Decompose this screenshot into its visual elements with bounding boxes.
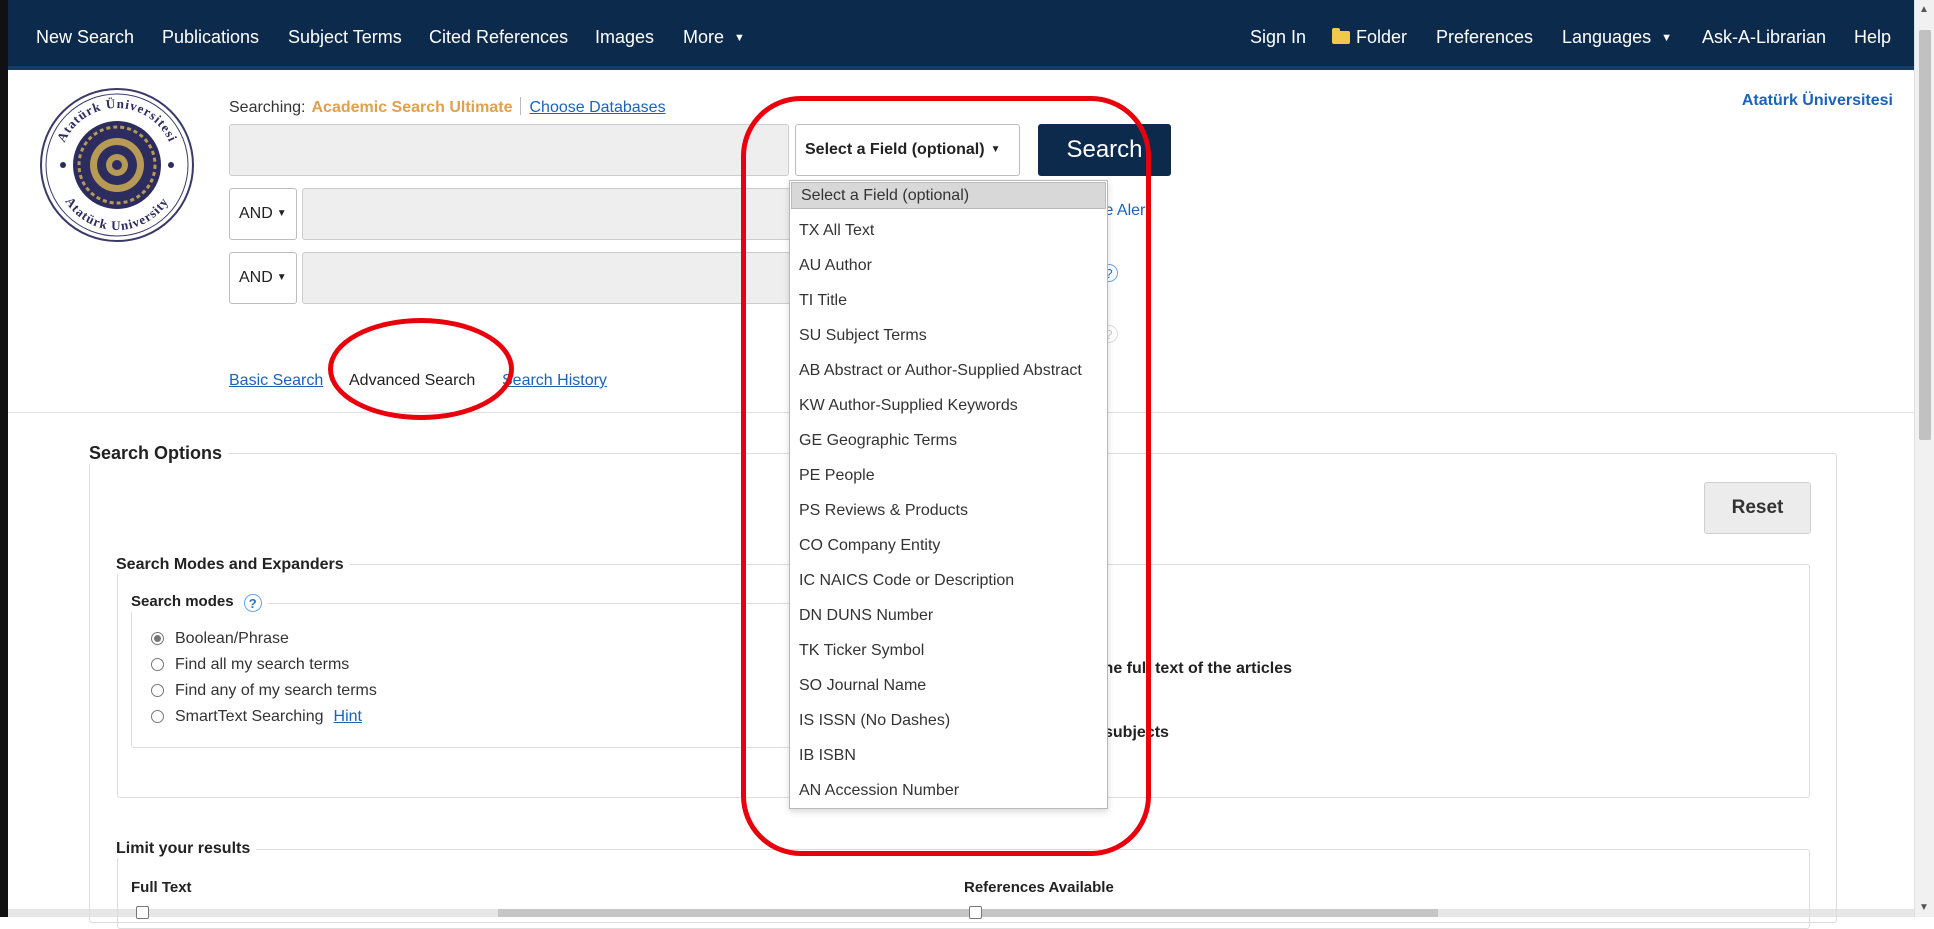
field-option[interactable]: SO Journal Name (790, 671, 1107, 701)
mode-find-any[interactable]: Find any of my search terms (151, 681, 377, 701)
search-modes-label: Search modes (131, 593, 234, 610)
nav-more-menu[interactable]: More ▼ (683, 0, 745, 70)
hint-link[interactable]: Hint (334, 708, 362, 725)
searching-label: Searching: (229, 99, 306, 116)
mode-label: Find all my search terms (175, 656, 350, 673)
field-option[interactable]: DN DUNS Number (790, 601, 1107, 631)
field-option[interactable]: PE People (790, 461, 1107, 491)
nav-more-label: More (683, 27, 725, 47)
reset-button[interactable]: Reset (1704, 482, 1811, 534)
field-option[interactable]: AU Author (790, 251, 1107, 281)
search-modes-title: Search modes ? (131, 593, 268, 612)
nav-publications[interactable]: Publications (162, 0, 259, 70)
field-dropdown-list: Select a Field (optional) TX All Text AU… (789, 180, 1108, 809)
caret-down-icon: ▼ (990, 144, 1001, 155)
field-select-dropdown[interactable]: Select a Field (optional) ▼ (795, 124, 1020, 176)
institution-name: Atatürk Üniversitesi (1741, 92, 1893, 109)
folder-icon (1332, 28, 1350, 44)
full-text-label: Full Text (131, 879, 192, 896)
top-navigation-bar: New Search Publications Subject Terms Ci… (8, 0, 1914, 70)
field-option[interactable]: TX All Text (790, 216, 1107, 246)
radio[interactable] (151, 684, 164, 697)
nav-images[interactable]: Images (595, 0, 654, 70)
expander-label-fragment: n the full text of the articles (1084, 660, 1293, 677)
mode-label: Boolean/Phrase (175, 630, 289, 647)
radio-selected[interactable] (151, 632, 164, 645)
caret-down-icon: ▼ (734, 32, 745, 44)
radio[interactable] (151, 710, 164, 723)
boolean-operator-select-2[interactable]: AND ▼ (229, 252, 297, 304)
references-available-checkbox[interactable] (969, 906, 982, 919)
nav-folder-label: Folder (1356, 27, 1408, 47)
mode-find-all[interactable]: Find all my search terms (151, 655, 349, 675)
help-question-icon[interactable]: ? (243, 594, 262, 612)
search-input-3[interactable] (302, 252, 792, 304)
caret-down-icon: ▼ (1661, 32, 1672, 44)
nav-ask-a-librarian[interactable]: Ask-A-Librarian (1702, 0, 1826, 70)
references-available-label: References Available (964, 879, 1114, 896)
field-select-value: Select a Field (optional) (805, 141, 985, 158)
field-option[interactable]: PS Reviews & Products (790, 496, 1107, 526)
expander-label-fragment: subjects (1104, 724, 1169, 741)
separator (520, 97, 522, 115)
nav-sign-in[interactable]: Sign In (1250, 0, 1306, 70)
nav-cited-references[interactable]: Cited References (429, 0, 568, 70)
mode-label: SmartText Searching (175, 708, 324, 725)
database-name: Academic Search Ultimate (311, 99, 513, 116)
full-text-checkbox[interactable] (136, 906, 149, 919)
field-option[interactable]: TI Title (790, 286, 1107, 316)
choose-databases-link[interactable]: Choose Databases (529, 99, 665, 116)
tab-search-history[interactable]: Search History (502, 372, 607, 390)
field-option-selected[interactable]: Select a Field (optional) (791, 182, 1106, 209)
boolean-operator-value: AND (239, 269, 273, 286)
annotation-circle-advanced-search (328, 318, 514, 420)
search-options-title: Search Options (89, 443, 229, 464)
radio[interactable] (151, 658, 164, 671)
limit-results-title: Limit your results (116, 840, 257, 858)
nav-preferences[interactable]: Preferences (1436, 0, 1533, 70)
scrollbar-thumb[interactable] (1919, 30, 1931, 440)
mode-smarttext[interactable]: SmartText Searching Hint (151, 707, 362, 727)
nav-subject-terms[interactable]: Subject Terms (288, 0, 402, 70)
vertical-scrollbar[interactable]: ▲ ▼ (1914, 0, 1934, 917)
field-option[interactable]: AN Accession Number (790, 776, 1107, 806)
field-option[interactable]: TK Ticker Symbol (790, 636, 1107, 666)
university-logo: Atatürk Üniversitesi Atatürk University (40, 88, 194, 242)
nav-help[interactable]: Help (1854, 0, 1891, 70)
nav-languages-menu[interactable]: Languages ▼ (1562, 0, 1672, 70)
field-option[interactable]: KW Author-Supplied Keywords (790, 391, 1107, 421)
searching-line: Searching: Academic Search Ultimate Choose… (229, 97, 666, 117)
mode-label: Find any of my search terms (175, 682, 377, 699)
nav-folder[interactable]: Folder (1332, 0, 1407, 70)
caret-down-icon: ▼ (276, 208, 287, 219)
nav-new-search[interactable]: New Search (36, 0, 134, 70)
scroll-down-arrow-icon[interactable]: ▼ (1919, 902, 1929, 913)
field-option[interactable]: IC NAICS Code or Description (790, 566, 1107, 596)
boolean-operator-select-1[interactable]: AND ▼ (229, 188, 297, 240)
nav-languages-label: Languages (1562, 27, 1652, 47)
tab-basic-search[interactable]: Basic Search (229, 372, 323, 390)
search-input-2[interactable] (302, 188, 792, 240)
scroll-up-arrow-icon[interactable]: ▲ (1919, 4, 1929, 15)
field-option[interactable]: SU Subject Terms (790, 321, 1107, 351)
field-option[interactable]: IB ISBN (790, 741, 1107, 771)
modes-expanders-title: Search Modes and Expanders (116, 556, 350, 574)
tab-advanced-search[interactable]: Advanced Search (349, 372, 475, 390)
window-left-edge (0, 0, 8, 917)
field-option[interactable]: CO Company Entity (790, 531, 1107, 561)
mode-boolean-phrase[interactable]: Boolean/Phrase (151, 629, 289, 649)
field-option[interactable]: IS ISSN (No Dashes) (790, 706, 1107, 736)
search-input-1[interactable] (229, 124, 789, 176)
field-option[interactable]: GE Geographic Terms (790, 426, 1107, 456)
field-option[interactable]: AB Abstract or Author-Supplied Abstract (790, 356, 1107, 386)
search-button[interactable]: Search (1038, 124, 1171, 176)
caret-down-icon: ▼ (276, 272, 287, 283)
boolean-operator-value: AND (239, 205, 273, 222)
